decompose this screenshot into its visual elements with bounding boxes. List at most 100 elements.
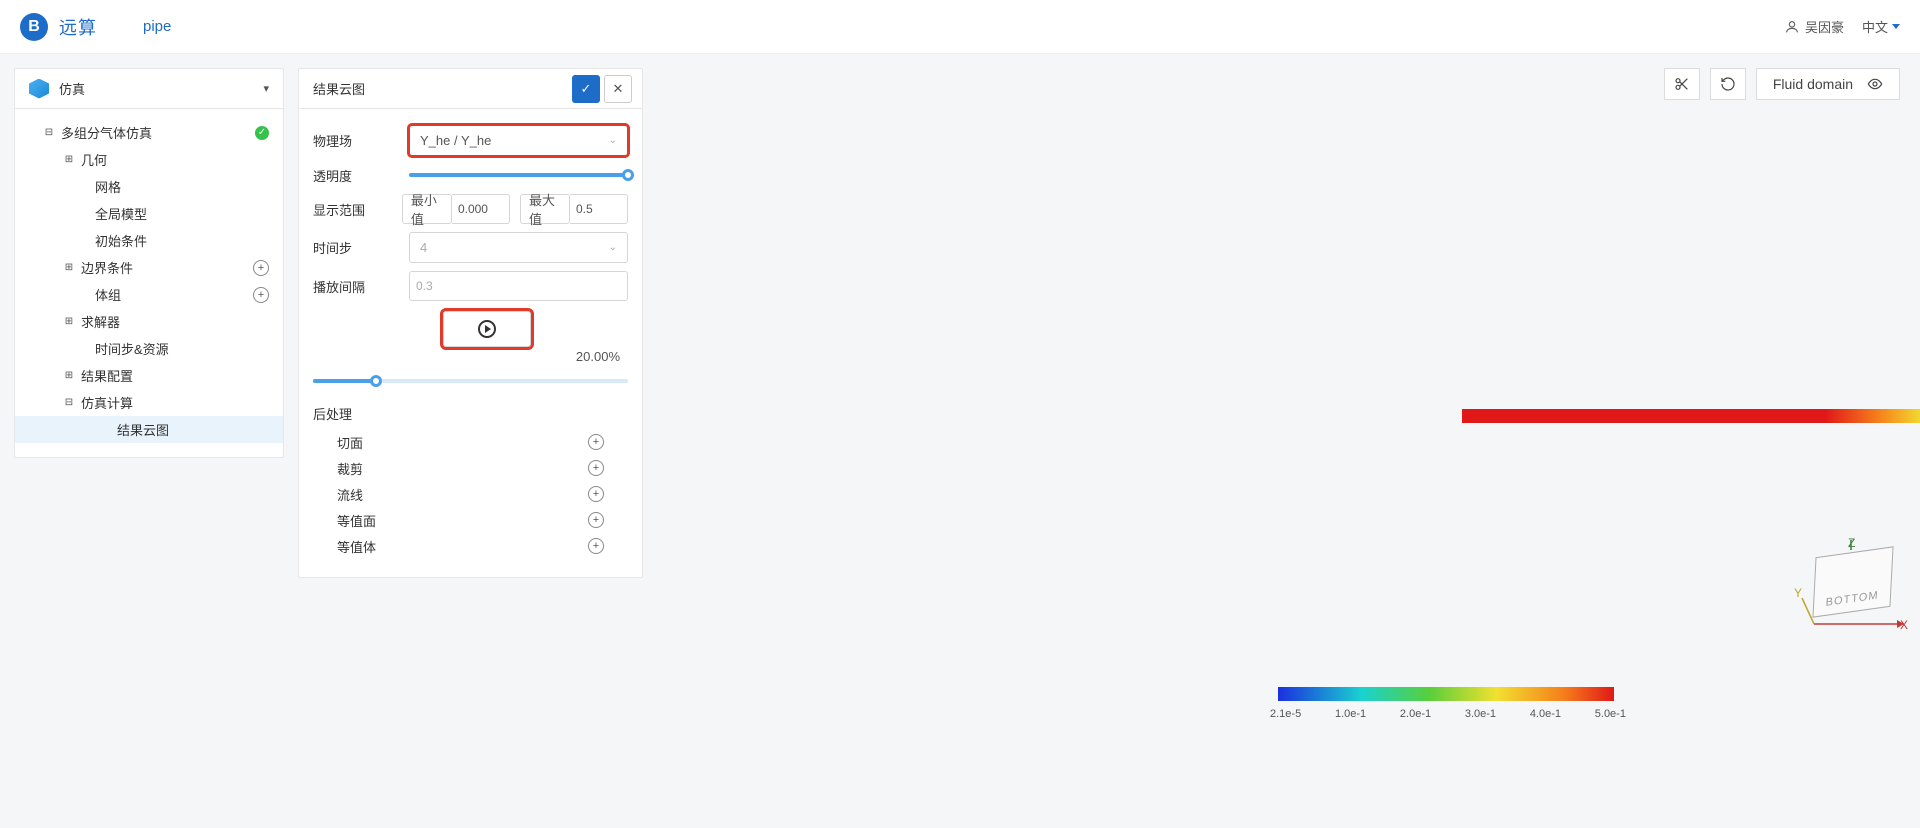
add-icon[interactable]: +: [588, 512, 604, 528]
scissors-icon: [1674, 76, 1690, 92]
contour-properties-panel: 结果云图 ✓ ✕ 物理场 Y_he / Y_he ⌄ 透明度 显示范围 最小值: [298, 68, 643, 578]
play-button[interactable]: [443, 311, 531, 347]
timestep-label: 时间步: [313, 238, 409, 257]
opacity-label: 透明度: [313, 166, 409, 185]
tree-node-timestep-resources[interactable]: 时间步&资源: [15, 335, 283, 362]
tree-node-global-model[interactable]: 全局模型: [15, 200, 283, 227]
tree-node-boundary[interactable]: ⊞边界条件 +: [15, 254, 283, 281]
panel-header: 结果云图 ✓ ✕: [299, 69, 642, 109]
tree-label: 全局模型: [95, 204, 147, 223]
apply-button[interactable]: ✓: [572, 75, 600, 103]
timestep-select[interactable]: 4 ⌄: [409, 232, 628, 263]
eye-icon: [1867, 76, 1883, 92]
progress-percent: 20.00%: [299, 347, 642, 366]
tree-node-geometry[interactable]: ⊞几何: [15, 146, 283, 173]
user-menu[interactable]: 吴因豪: [1784, 17, 1844, 36]
range-label: 显示范围: [313, 200, 392, 219]
user-icon: [1784, 19, 1800, 35]
viewport-toolbar: Fluid domain: [1664, 68, 1900, 100]
tree-node-initial[interactable]: 初始条件: [15, 227, 283, 254]
post-label: 流线: [337, 485, 363, 504]
timeline-slider[interactable]: [313, 379, 628, 383]
tree-label: 几何: [81, 150, 107, 169]
orientation-widget[interactable]: Z Y X BOTTOM: [1796, 538, 1906, 648]
legend-tick: 5.0e-1: [1595, 708, 1626, 720]
tree-root-simulation[interactable]: ⊟多组分气体仿真 ✓: [15, 119, 283, 146]
domain-visibility-pill[interactable]: Fluid domain: [1756, 68, 1900, 100]
tree-node-volume-group[interactable]: 体组 +: [15, 281, 283, 308]
logo-icon: B: [20, 13, 48, 41]
close-button[interactable]: ✕: [604, 75, 632, 103]
post-iso-surface[interactable]: 等值面 +: [299, 507, 642, 533]
tree-label: 求解器: [81, 312, 120, 331]
collapse-caret-icon[interactable]: ▾: [263, 82, 269, 95]
post-label: 等值面: [337, 511, 376, 530]
post-iso-volume[interactable]: 等值体 +: [299, 533, 642, 559]
physical-field-select[interactable]: Y_he / Y_he ⌄: [409, 125, 628, 156]
interval-input[interactable]: [409, 271, 628, 301]
chevron-down-icon: ⌄: [609, 242, 617, 253]
post-clip[interactable]: 裁剪 +: [299, 455, 642, 481]
axis-arrows-icon: [1796, 538, 1906, 648]
post-label: 切面: [337, 433, 363, 452]
tree-node-solver[interactable]: ⊞求解器: [15, 308, 283, 335]
add-icon[interactable]: +: [588, 460, 604, 476]
tree-label: 初始条件: [95, 231, 147, 250]
add-icon[interactable]: +: [588, 538, 604, 554]
interval-label: 播放间隔: [313, 277, 409, 296]
tree-header-label: 仿真: [59, 79, 85, 98]
post-plane[interactable]: 切面 +: [299, 429, 642, 455]
caret-down-icon: [1892, 24, 1900, 29]
domain-name-label: Fluid domain: [1773, 76, 1853, 92]
language-selector[interactable]: 中文: [1862, 17, 1900, 36]
refresh-tool-button[interactable]: [1710, 68, 1746, 100]
legend-tick: 4.0e-1: [1530, 708, 1561, 720]
legend-tick: 2.0e-1: [1400, 708, 1431, 720]
min-value-input[interactable]: [452, 194, 510, 224]
tree-body: ⊟多组分气体仿真 ✓ ⊞几何 网格 全局模型 初始条件 ⊞边界条件 + 体组 +: [15, 109, 283, 457]
tree-node-result-contour[interactable]: 结果云图: [15, 416, 283, 443]
chevron-down-icon: ⌄: [609, 135, 617, 146]
timestep-value: 4: [420, 240, 427, 255]
post-label: 等值体: [337, 537, 376, 556]
max-value-button[interactable]: 最大值: [520, 194, 570, 224]
cut-tool-button[interactable]: [1664, 68, 1700, 100]
tree-label: 网格: [95, 177, 121, 196]
user-name: 吴因豪: [1805, 17, 1844, 36]
play-icon: [478, 320, 496, 338]
tree-label: 边界条件: [81, 258, 133, 277]
status-success-icon: ✓: [255, 126, 269, 140]
refresh-icon: [1720, 76, 1736, 92]
panel-title: 结果云图: [313, 79, 365, 98]
tree-label: 体组: [95, 285, 121, 304]
add-icon[interactable]: +: [588, 434, 604, 450]
add-icon[interactable]: +: [253, 287, 269, 303]
max-value-input[interactable]: [570, 194, 628, 224]
add-icon[interactable]: +: [253, 260, 269, 276]
tree-label: 时间步&资源: [95, 339, 169, 358]
slider-thumb[interactable]: [622, 169, 634, 181]
post-streamline[interactable]: 流线 +: [299, 481, 642, 507]
min-value-button[interactable]: 最小值: [402, 194, 452, 224]
tree-node-result-config[interactable]: ⊞结果配置: [15, 362, 283, 389]
project-name[interactable]: pipe: [143, 18, 171, 35]
tree-node-mesh[interactable]: 网格: [15, 173, 283, 200]
field-label: 物理场: [313, 131, 409, 150]
tree-label: 多组分气体仿真: [61, 123, 152, 142]
legend-tick: 3.0e-1: [1465, 708, 1496, 720]
opacity-slider[interactable]: [409, 173, 628, 177]
brand-block: B 远算: [20, 13, 97, 41]
pipe-render: [1462, 409, 1920, 423]
field-value: Y_he / Y_he: [420, 133, 491, 148]
language-label: 中文: [1862, 17, 1888, 36]
simulation-tree-panel: 仿真 ▾ ⊟多组分气体仿真 ✓ ⊞几何 网格 全局模型 初始条件 ⊞边界条件 +: [14, 68, 284, 458]
tree-label: 结果配置: [81, 366, 133, 385]
3d-viewport[interactable]: Fluid domain 2.1e-5 1.0e-1 2.0e-1 3.0e-1…: [657, 68, 1920, 828]
legend-tick: 1.0e-1: [1335, 708, 1366, 720]
add-icon[interactable]: +: [588, 486, 604, 502]
tree-label: 仿真计算: [81, 393, 133, 412]
tree-node-simulation-run[interactable]: ⊟仿真计算: [15, 389, 283, 416]
slider-thumb[interactable]: [370, 375, 382, 387]
tree-header[interactable]: 仿真 ▾: [15, 69, 283, 109]
tree-label: 结果云图: [117, 420, 169, 439]
